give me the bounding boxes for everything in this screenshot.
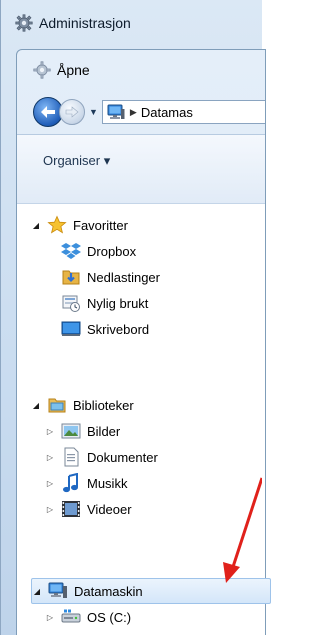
breadcrumb-segment[interactable]: Datamas xyxy=(141,105,193,120)
computer-icon xyxy=(48,581,68,601)
tree-item-documents[interactable]: ▷ Dokumenter xyxy=(45,446,158,468)
tree-item-dropbox[interactable]: Dropbox xyxy=(61,240,136,262)
dialog-title: Åpne xyxy=(57,62,90,78)
tree-item-label: Videoer xyxy=(87,501,132,517)
expand-toggle-icon[interactable]: ▷ xyxy=(45,613,55,622)
tree-item-pictures[interactable]: ▷ Bilder xyxy=(45,420,120,442)
open-dialog: Åpne ▼ ▶ Datamas Organiser ▾ ◢ Favoritte… xyxy=(16,49,271,635)
expand-toggle-icon[interactable]: ▷ xyxy=(45,479,55,488)
tree-item-label: Bilder xyxy=(87,423,121,439)
videos-icon xyxy=(61,499,81,519)
forward-button[interactable] xyxy=(59,99,85,125)
desktop-icon xyxy=(61,319,81,339)
arrow-left-icon xyxy=(41,106,55,118)
tree-item-label: Dropbox xyxy=(87,243,137,259)
expand-toggle-icon[interactable]: ◢ xyxy=(32,587,42,596)
dropbox-icon xyxy=(61,241,81,261)
organise-button[interactable]: Organiser ▾ xyxy=(43,153,110,169)
breadcrumb-separator-icon[interactable]: ▶ xyxy=(130,107,137,118)
documents-icon xyxy=(61,447,81,467)
dialog-titlebar[interactable]: Åpne xyxy=(17,50,265,90)
arrow-right-icon xyxy=(65,106,79,118)
pictures-icon xyxy=(61,421,81,441)
tree-item-recent[interactable]: Nylig brukt xyxy=(61,292,148,314)
outer-window-titlebar[interactable]: Administrasjon xyxy=(1,0,263,46)
computer-icon xyxy=(106,102,126,122)
tree-item-label: Musikk xyxy=(87,475,128,491)
gear-icon xyxy=(33,61,51,79)
tree-item-music[interactable]: ▷ Musikk xyxy=(45,472,127,494)
tree-item-videos[interactable]: ▷ Videoer xyxy=(45,498,132,520)
expand-toggle-icon[interactable]: ◢ xyxy=(31,401,41,410)
expand-toggle-icon[interactable]: ▷ xyxy=(45,453,55,462)
command-bar: Organiser ▾ xyxy=(17,134,265,204)
recent-pages-dropdown[interactable]: ▼ xyxy=(89,107,98,117)
tree-item-label: Nylig brukt xyxy=(87,295,149,311)
address-bar[interactable]: ▶ Datamas xyxy=(101,100,265,124)
tree-item-downloads[interactable]: Nedlastinger xyxy=(61,266,160,288)
star-icon xyxy=(47,215,67,235)
gear-icon xyxy=(15,14,33,32)
libraries-icon xyxy=(47,395,67,415)
recent-places-icon xyxy=(61,293,81,313)
tree-item-label: Biblioteker xyxy=(73,397,134,413)
tree-item-label: OS (C:) xyxy=(87,609,132,625)
tree-item-desktop[interactable]: Skrivebord xyxy=(61,318,149,340)
tree-item-label: Favoritter xyxy=(73,217,128,233)
downloads-icon xyxy=(61,267,81,287)
navigation-bar: ▼ ▶ Datamas xyxy=(17,90,265,134)
drive-icon xyxy=(61,607,81,627)
music-icon xyxy=(61,473,81,493)
tree-item-label: Skrivebord xyxy=(87,321,150,337)
outer-window-title: Administrasjon xyxy=(39,15,131,31)
tree-item-drive-c[interactable]: ▷ OS (C:) xyxy=(45,606,131,628)
navigation-pane: ◢ Favoritter Dropbox Nedlastinger Nylig … xyxy=(17,204,271,635)
expand-toggle-icon[interactable]: ▷ xyxy=(45,427,55,436)
expand-toggle-icon[interactable]: ▷ xyxy=(45,505,55,514)
tree-item-favorites[interactable]: ◢ Favoritter xyxy=(31,214,128,236)
tree-item-label: Datamaskin xyxy=(74,583,143,599)
tree-item-label: Dokumenter xyxy=(87,449,158,465)
expand-toggle-icon[interactable]: ◢ xyxy=(31,221,41,230)
tree-item-computer[interactable]: ◢ Datamaskin xyxy=(31,578,271,604)
tree-item-libraries[interactable]: ◢ Biblioteker xyxy=(31,394,134,416)
tree-item-label: Nedlastinger xyxy=(87,269,160,285)
